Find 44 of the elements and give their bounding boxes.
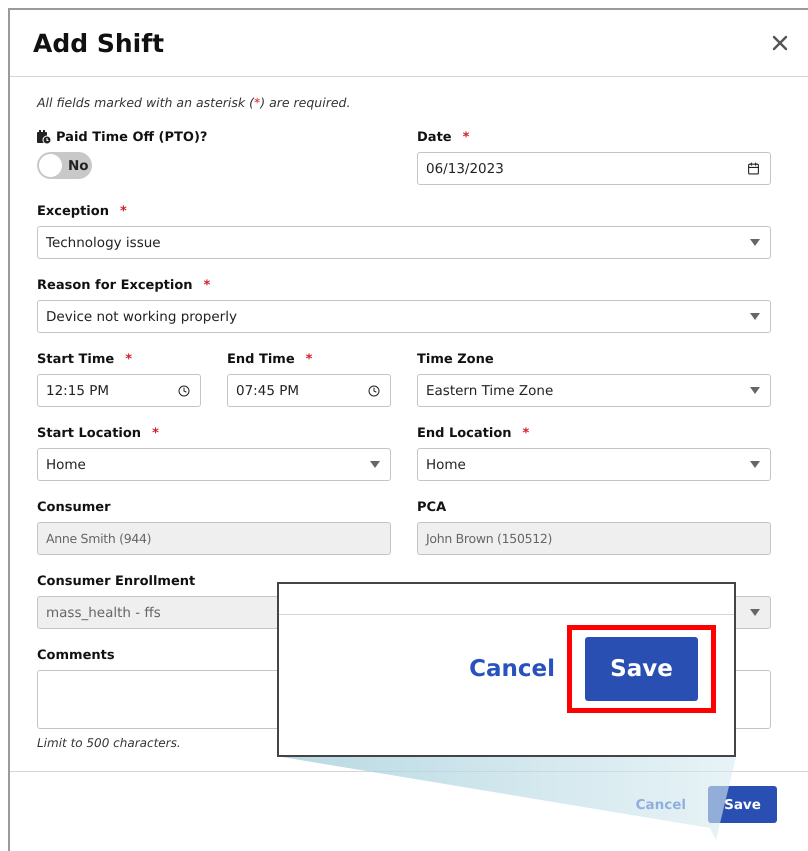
dialog-title: Add Shift [33,28,164,58]
cancel-button[interactable]: Cancel [465,652,559,686]
field-label: Reason for Exception [37,278,193,292]
select-field[interactable]: Home [417,448,771,481]
date-field[interactable]: 06/13/2023 [417,152,771,185]
required-mark: * [120,204,127,218]
save-button[interactable]: Save [585,637,698,701]
hint-text: Limit to 500 characters. [37,736,182,750]
time-field[interactable]: 07:45 PM [227,374,391,407]
clock-icon [368,384,380,396]
field-label: PCA [417,500,446,514]
clock-icon [178,384,190,396]
field-label: End Location [417,426,512,440]
caret-icon [370,461,380,468]
field-label: Time Zone [417,352,494,366]
field-label: Consumer Enrollment [37,574,196,588]
calendar-clock-icon [37,130,51,144]
field-label: End Time [227,352,295,366]
required-note: All fields marked with an asterisk (*) are required. [37,95,352,110]
calendar-icon [747,162,760,175]
time-field[interactable]: 12:15 PM [37,374,201,407]
field-label: Exception [37,204,109,218]
caret-icon [750,609,760,616]
required-mark: * [125,352,132,366]
field-label: Consumer [37,500,110,514]
field-label: Start Location [37,426,142,440]
caret-icon [750,387,760,394]
select-field[interactable]: Device not working properly [37,300,771,333]
select-field[interactable]: Technology issue [37,226,771,259]
select-field[interactable]: Eastern Time Zone [417,374,771,407]
caret-icon [750,461,760,468]
pto-toggle[interactable]: No [37,152,92,179]
required-mark: * [522,426,530,440]
caret-icon [750,239,760,246]
required-mark: * [204,278,210,292]
field-label: Paid Time Off (PTO)? [56,130,208,144]
caret-icon [750,313,760,320]
required-mark: * [152,426,159,440]
field-label: Comments [37,648,115,662]
field-label: Start Time [37,352,114,366]
select-field[interactable]: Home [37,448,391,481]
required-mark: * [462,130,470,144]
field-label: Date [417,130,452,144]
required-mark: * [306,352,312,366]
